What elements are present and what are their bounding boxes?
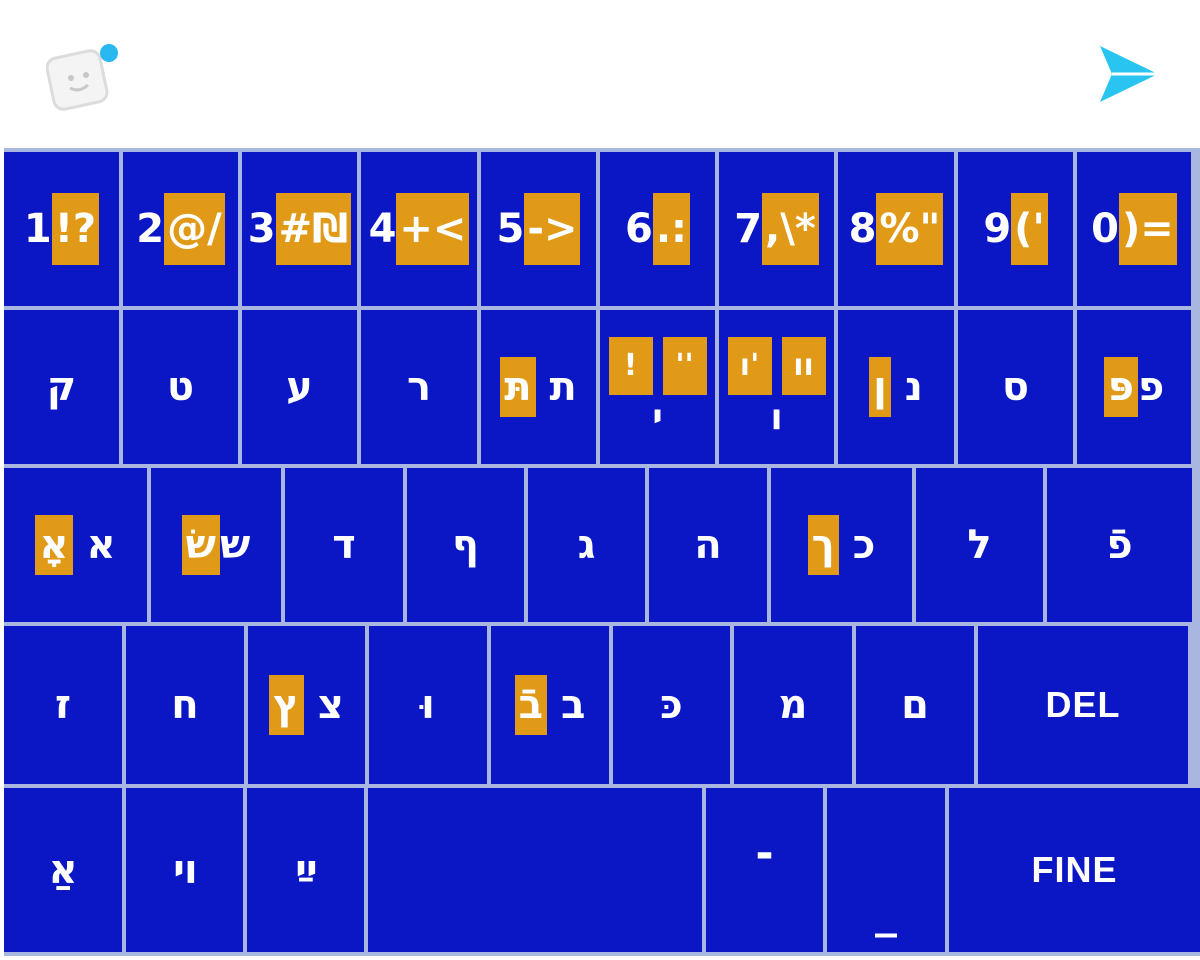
key-pasekh-tsvey-yudn[interactable]: ײַ xyxy=(247,788,364,952)
key-mem[interactable]: מ xyxy=(734,626,852,784)
letter-row-2: ק ט ע ר תּ ת ! '' י ו' וו ו ן נ ס פּ פ xyxy=(4,310,1191,464)
key-bet[interactable]: בֿ ב xyxy=(491,626,609,784)
key-gimel[interactable]: ג xyxy=(528,468,645,622)
key-vav-yod[interactable]: ױ xyxy=(126,788,243,952)
top-bar xyxy=(0,0,1200,148)
key-vav[interactable]: ו' וו ו xyxy=(719,310,834,464)
key-pasekh-alef[interactable]: אַ xyxy=(4,788,122,952)
key-5[interactable]: 5 -> xyxy=(481,152,596,306)
letter-row-3: אָ א שׂ ש ד ף ג ה ך כ ל פֿ xyxy=(4,468,1192,622)
key-he[interactable]: ה xyxy=(649,468,767,622)
key-dalet[interactable]: ד xyxy=(285,468,403,622)
key-final-mem[interactable]: ם xyxy=(856,626,974,784)
key-het[interactable]: ח xyxy=(126,626,244,784)
key-4[interactable]: 4 +< xyxy=(361,152,477,306)
key-9[interactable]: 9 (' xyxy=(958,152,1073,306)
key-underscore[interactable]: _ xyxy=(827,788,945,952)
hebrew-keyboard: 1!? 2 @/ 3 #₪ 4 +< 5 -> 6.: 7 ,\* 8 %" 9 (' 0)=… xyxy=(4,148,1200,956)
key-minus[interactable]: - xyxy=(706,788,823,952)
fine-key[interactable]: FINE xyxy=(949,788,1200,952)
key-8[interactable]: 8 %" xyxy=(838,152,954,306)
key-3[interactable]: 3 #₪ xyxy=(242,152,357,306)
send-arrow-icon[interactable] xyxy=(1096,40,1162,104)
key-pe[interactable]: פּ פ xyxy=(1077,310,1191,464)
key-ayin[interactable]: ע xyxy=(242,310,357,464)
bottom-row: אַ ױ ײַ - _ FINE xyxy=(4,788,1200,952)
key-6[interactable]: 6.: xyxy=(600,152,715,306)
key-samekh[interactable]: ס xyxy=(958,310,1073,464)
key-shuruk[interactable]: וּ xyxy=(369,626,487,784)
key-1[interactable]: 1!? xyxy=(4,152,119,306)
key-zayin[interactable]: ז xyxy=(4,626,122,784)
key-fe[interactable]: פֿ xyxy=(1047,468,1192,622)
letter-row-4: ז ח ץ צ וּ בֿ ב כּ מ ם DEL xyxy=(4,626,1188,784)
key-shin[interactable]: שׂ ש xyxy=(151,468,281,622)
key-tet[interactable]: ט xyxy=(123,310,238,464)
key-lamed[interactable]: ל xyxy=(916,468,1043,622)
key-0[interactable]: 0)= xyxy=(1077,152,1191,306)
key-yod[interactable]: ! '' י xyxy=(600,310,715,464)
delete-key[interactable]: DEL xyxy=(978,626,1188,784)
number-row: 1!? 2 @/ 3 #₪ 4 +< 5 -> 6.: 7 ,\* 8 %" 9 (' 0)= xyxy=(4,152,1191,306)
space-key[interactable] xyxy=(368,788,702,952)
key-final-pe[interactable]: ף xyxy=(407,468,524,622)
key-kaf-dagesh[interactable]: כּ xyxy=(613,626,730,784)
key-tav[interactable]: תּ ת xyxy=(481,310,596,464)
key-tsadi[interactable]: ץ צ xyxy=(248,626,365,784)
key-resh[interactable]: ר xyxy=(361,310,477,464)
key-2[interactable]: 2 @/ xyxy=(123,152,238,306)
key-kaf[interactable]: ך כ xyxy=(771,468,912,622)
key-nun[interactable]: ן נ xyxy=(838,310,954,464)
key-alef[interactable]: אָ א xyxy=(4,468,147,622)
sticker-face-icon[interactable] xyxy=(45,44,118,112)
key-7[interactable]: 7 ,\* xyxy=(719,152,834,306)
key-qof[interactable]: ק xyxy=(4,310,119,464)
